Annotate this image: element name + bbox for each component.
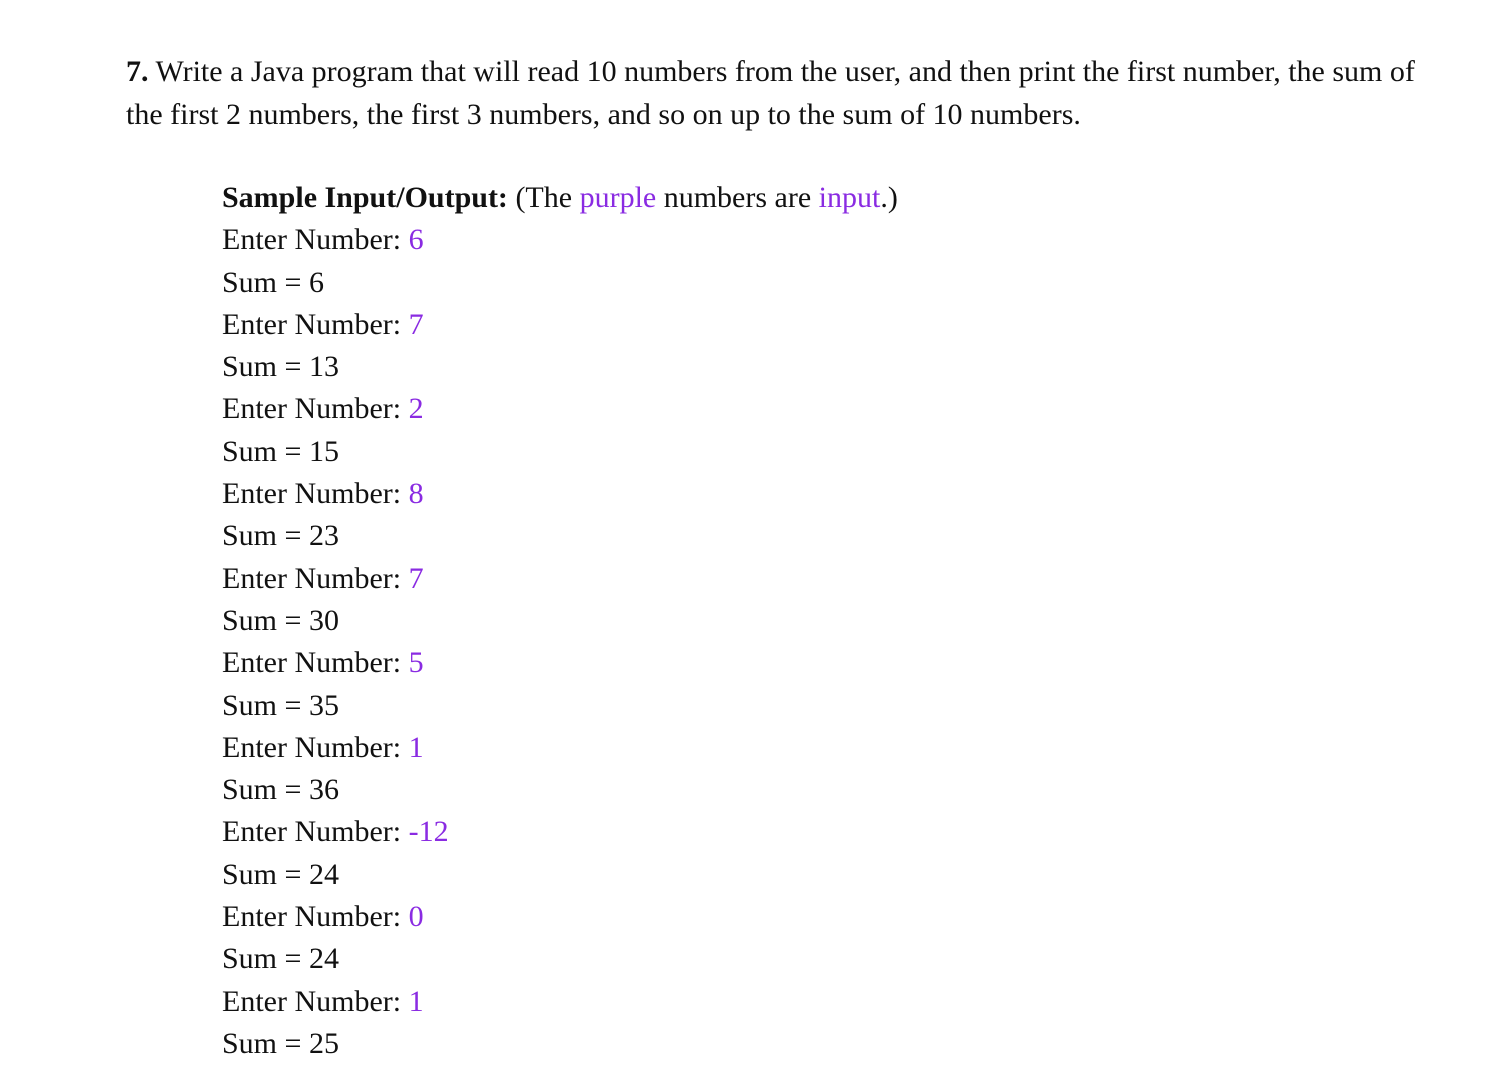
question-paragraph: 7. Write a Java program that will read 1… [126,50,1426,136]
question-text: Write a Java program that will read 10 n… [126,55,1415,131]
sample-heading: Sample Input/Output: [222,181,508,214]
sum-label: Sum = [222,688,309,722]
sum-line: Sum = 30 [222,600,898,642]
sum-label: Sum = [222,265,309,299]
enter-number-line: Enter Number: 7 [222,558,898,600]
sum-value: 35 [308,688,339,722]
sum-value: 25 [308,1026,339,1060]
sum-line: Sum = 15 [222,431,898,473]
enter-number-label: Enter Number: [222,900,409,934]
enter-number-line: Enter Number: 6 [222,219,898,261]
sample-note-input-word: input [818,181,881,214]
sum-line: Sum = 35 [222,685,898,727]
input-value: 1 [408,730,424,764]
enter-number-label: Enter Number: [222,561,409,595]
sum-label: Sum = [222,434,309,468]
sum-label: Sum = [222,603,309,637]
sample-note-close: .) [880,181,898,214]
sample-note-open: (The [507,181,580,214]
sum-line: Sum = 24 [222,938,898,980]
sample-note-purple-word: purple [579,181,657,214]
sum-label: Sum = [222,942,309,976]
sum-value: 36 [308,773,339,807]
enter-number-line: Enter Number: -12 [222,811,898,853]
sum-value: 23 [308,519,339,553]
input-value: -12 [408,815,449,849]
input-value: 8 [408,477,424,511]
sum-label: Sum = [222,1026,309,1060]
sample-io-rows: Enter Number: 6 Sum = 6 Enter Number: 7 Sum… [222,219,898,1065]
sample-note-middle: numbers are [656,181,819,214]
sum-value: 13 [308,350,339,384]
sum-value: 24 [308,857,339,891]
sum-value: 6 [308,265,324,299]
sum-line: Sum = 24 [222,854,898,896]
sum-label: Sum = [222,857,309,891]
sum-value: 24 [308,942,339,976]
enter-number-line: Enter Number: 1 [222,981,898,1023]
enter-number-line: Enter Number: 1 [222,727,898,769]
enter-number-line: Enter Number: 8 [222,473,898,515]
input-value: 2 [408,392,424,426]
enter-number-label: Enter Number: [222,646,409,680]
question-number: 7. [126,55,149,88]
enter-number-line: Enter Number: 5 [222,642,898,684]
sum-line: Sum = 23 [222,515,898,557]
sum-line: Sum = 25 [222,1023,898,1065]
sum-line: Sum = 6 [222,262,898,304]
sample-heading-line: Sample Input/Output: (The purple numbers… [222,177,898,219]
enter-number-label: Enter Number: [222,730,409,764]
sum-label: Sum = [222,350,309,384]
enter-number-line: Enter Number: 0 [222,896,898,938]
enter-number-label: Enter Number: [222,477,409,511]
input-value: 5 [408,646,424,680]
enter-number-label: Enter Number: [222,815,409,849]
enter-number-label: Enter Number: [222,392,409,426]
enter-number-label: Enter Number: [222,307,409,341]
input-value: 7 [408,561,424,595]
input-value: 1 [408,984,424,1018]
sum-line: Sum = 13 [222,346,898,388]
sum-value: 15 [308,434,339,468]
input-value: 7 [408,307,424,341]
enter-number-label: Enter Number: [222,984,409,1018]
sum-line: Sum = 36 [222,769,898,811]
sum-label: Sum = [222,519,309,553]
input-value: 0 [408,900,424,934]
sum-value: 30 [308,603,339,637]
enter-number-line: Enter Number: 2 [222,388,898,430]
sample-io-block: Sample Input/Output: (The purple numbers… [222,177,898,1065]
input-value: 6 [408,223,424,257]
enter-number-label: Enter Number: [222,223,409,257]
enter-number-line: Enter Number: 7 [222,304,898,346]
sum-label: Sum = [222,773,309,807]
